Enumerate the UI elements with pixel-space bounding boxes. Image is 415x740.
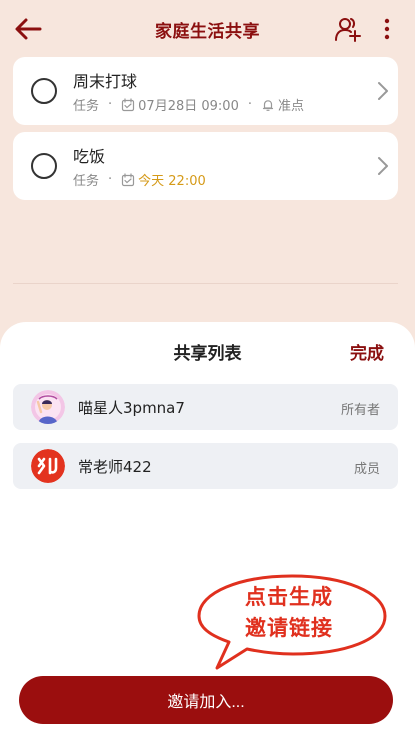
done-button[interactable]: 完成: [350, 339, 384, 364]
chevron-right-icon: [378, 157, 388, 175]
task-reminder: 准点: [277, 99, 304, 114]
divider: [13, 283, 398, 284]
avatar: [31, 449, 65, 483]
task-checkbox[interactable]: [31, 153, 57, 179]
avatar: [31, 390, 65, 424]
member-role: 所有者: [340, 403, 380, 418]
task-date: 07月28日 09:00: [138, 99, 239, 114]
task-checkbox[interactable]: [31, 78, 57, 104]
alarm-icon: [262, 99, 274, 111]
separator-dot: ·: [108, 172, 113, 187]
calendar-icon: [122, 172, 135, 186]
task-type: 任务: [73, 99, 100, 114]
task-name: 吃饭: [73, 147, 106, 166]
top-bar: 家庭生活共享: [0, 0, 415, 58]
member-role: 成员: [353, 462, 380, 477]
task-item[interactable]: 周末打球 任务 · 07月28日 09:00 · 准点: [13, 57, 398, 125]
task-meta: 任务 · 今天 22:00: [73, 170, 206, 189]
separator-dot: ·: [247, 97, 252, 112]
task-date: 今天 22:00: [138, 174, 206, 189]
annotation-text: 点击生成 邀请链接: [210, 582, 368, 644]
calendar-icon: [122, 97, 135, 111]
add-person-icon[interactable]: [334, 16, 362, 42]
annotation-line: 邀请链接: [245, 616, 333, 640]
page-title: 家庭生活共享: [155, 21, 260, 42]
member-row[interactable]: 喵星人3pmna7 所有者: [13, 384, 398, 430]
chevron-right-icon: [378, 82, 388, 100]
annotation-line: 点击生成: [245, 585, 333, 609]
task-meta: 任务 · 07月28日 09:00 · 准点: [73, 95, 304, 114]
separator-dot: ·: [108, 97, 113, 112]
member-name: 喵星人3pmna7: [78, 399, 185, 417]
vertical-dots-icon[interactable]: [380, 16, 394, 42]
task-name: 周末打球: [73, 72, 138, 91]
task-item[interactable]: 吃饭 任务 · 今天 22:00: [13, 132, 398, 200]
invite-button[interactable]: 邀请加入...: [19, 676, 393, 724]
member-name: 常老师422: [78, 458, 152, 476]
member-row[interactable]: 常老师422 成员: [13, 443, 398, 489]
arrow-left-icon[interactable]: [12, 14, 44, 44]
task-type: 任务: [73, 174, 100, 189]
